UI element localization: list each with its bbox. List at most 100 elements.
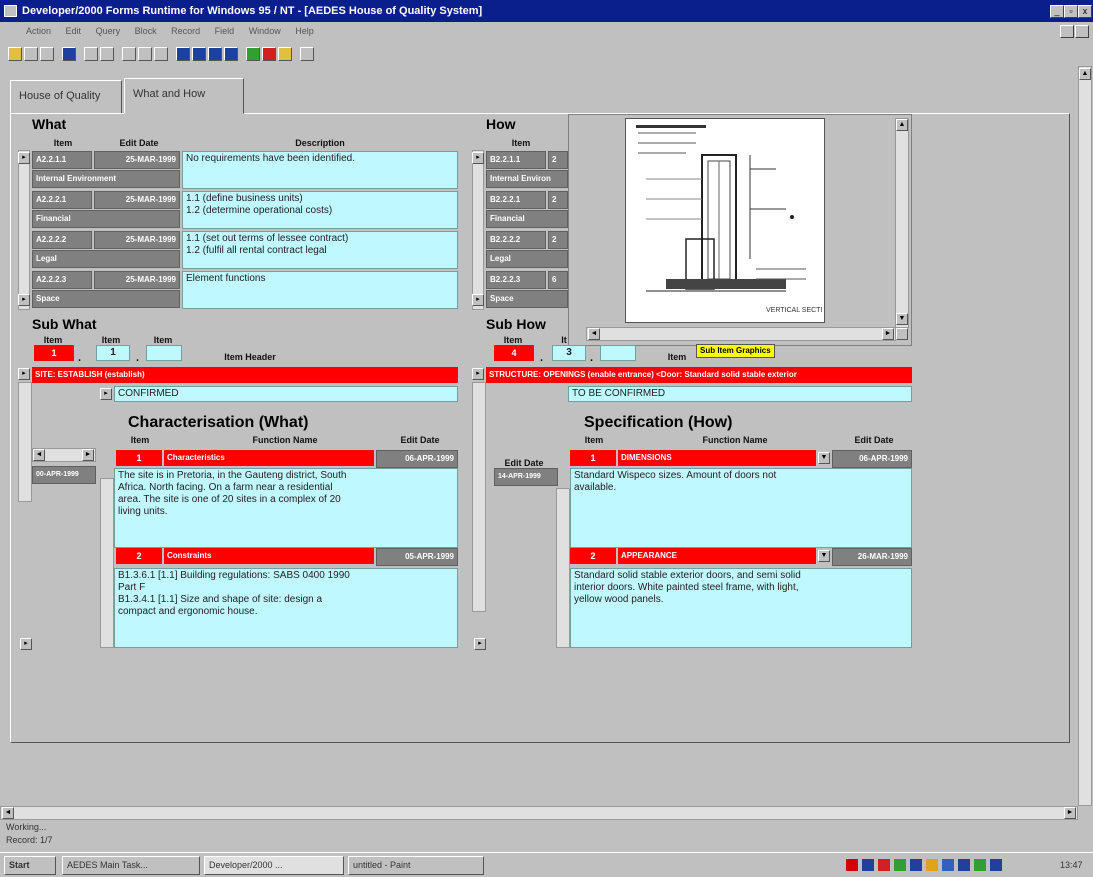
how-record-indicator[interactable]: ▸: [472, 152, 484, 164]
delete-record-icon[interactable]: [262, 47, 276, 61]
insert-record-icon[interactable]: [246, 47, 260, 61]
cancel-query-icon[interactable]: [154, 47, 168, 61]
close-button[interactable]: x: [1078, 5, 1092, 18]
tray-volume-icon[interactable]: [974, 859, 986, 871]
spec-record-indicator[interactable]: ▸: [474, 638, 486, 650]
how-date-cell[interactable]: 2: [548, 231, 568, 249]
tray-monitor-icon[interactable]: [942, 859, 954, 871]
how-item-cell[interactable]: B2.2.1.1: [486, 151, 546, 169]
taskbar-item-developer[interactable]: Developer/2000 ...: [204, 856, 344, 875]
scroll-up-arrow-icon[interactable]: ▲: [1079, 68, 1091, 80]
what-item-cell[interactable]: A2.2.2.1: [32, 191, 92, 209]
spec-function-name-field[interactable]: APPEARANCE: [618, 548, 816, 564]
char-edit-date-field[interactable]: 06-APR-1999: [376, 450, 458, 468]
sub-what-scrollbar[interactable]: [18, 382, 32, 502]
what-record-indicator-bottom[interactable]: ▸: [18, 294, 30, 306]
what-date-cell[interactable]: 25-MAR-1999: [94, 231, 180, 249]
char-edit-date-field[interactable]: 05-APR-1999: [376, 548, 458, 566]
how-item-cell[interactable]: B2.2.2.1: [486, 191, 546, 209]
print-icon[interactable]: [24, 47, 38, 61]
what-date-cell[interactable]: 25-MAR-1999: [94, 271, 180, 289]
what-item-cell[interactable]: A2.2.2.2: [32, 231, 92, 249]
help-icon[interactable]: [300, 47, 314, 61]
sub-what-item1-field[interactable]: 1: [34, 345, 74, 361]
sub-what-record-indicator[interactable]: ▸: [18, 368, 30, 380]
sub-what-item3-field[interactable]: [146, 345, 182, 361]
next-record-icon[interactable]: [208, 47, 222, 61]
paste-icon[interactable]: [100, 47, 114, 61]
specification-scrollbar[interactable]: [556, 488, 570, 648]
tray-globe-icon[interactable]: [990, 859, 1002, 871]
spec-description-field[interactable]: Standard solid stable exterior doors, an…: [570, 568, 912, 648]
exit-icon[interactable]: [40, 47, 54, 61]
lock-record-icon[interactable]: [278, 47, 292, 61]
sub-how-item1-field[interactable]: 4: [494, 345, 534, 361]
menu-help[interactable]: Help: [295, 26, 314, 36]
taskbar-item-paint[interactable]: untitled - Paint: [348, 856, 484, 875]
how-date-cell[interactable]: 2: [548, 151, 568, 169]
how-item-cell[interactable]: B2.2.2.3: [486, 271, 546, 289]
spec-edit-date-field[interactable]: 26-MAR-1999: [832, 548, 912, 566]
sub-what-item2-field[interactable]: 1: [96, 345, 130, 361]
char-description-field[interactable]: B1.3.6.1 [1.1] Building regulations: SAB…: [114, 568, 458, 648]
what-record-indicator[interactable]: ▸: [18, 152, 30, 164]
tray-mail-icon[interactable]: [878, 859, 890, 871]
sub-what-header-field[interactable]: SITE: ESTABLISH (establish): [32, 367, 458, 383]
window-vertical-scrollbar[interactable]: [1078, 66, 1092, 806]
drawing-vertical-scrollbar[interactable]: [895, 118, 909, 328]
what-description-cell[interactable]: No requirements have been identified.: [182, 151, 458, 189]
char-record-indicator[interactable]: ▸: [20, 638, 32, 650]
scroll-right-arrow-icon[interactable]: ►: [82, 449, 94, 461]
what-description-cell[interactable]: 1.1 (define business units) 1.2 (determin…: [182, 191, 458, 229]
tray-search-icon[interactable]: [910, 859, 922, 871]
sub-how-item3-field[interactable]: [600, 345, 636, 361]
enter-query-icon[interactable]: [122, 47, 136, 61]
what-item-cell[interactable]: A2.2.2.3: [32, 271, 92, 289]
what-item-cell[interactable]: A2.2.1.1: [32, 151, 92, 169]
sub-how-status-field[interactable]: TO BE CONFIRMED: [568, 386, 912, 402]
doc-restore-button[interactable]: [1075, 25, 1089, 38]
previous-record-icon[interactable]: [192, 47, 206, 61]
menu-action[interactable]: Action: [26, 26, 51, 36]
tab-house-of-quality[interactable]: House of Quality: [10, 80, 122, 114]
menu-record[interactable]: Record: [171, 26, 200, 36]
scroll-right-arrow-icon[interactable]: ►: [882, 328, 894, 340]
spec-item-field[interactable]: 2: [570, 548, 616, 564]
spec-item-field[interactable]: 1: [570, 450, 616, 466]
char-function-name-field[interactable]: Constraints: [164, 548, 374, 564]
taskbar-item-aedes-main[interactable]: AEDES Main Task...: [62, 856, 200, 875]
menu-window[interactable]: Window: [249, 26, 281, 36]
menu-query[interactable]: Query: [96, 26, 121, 36]
drawing-horizontal-scrollbar[interactable]: [586, 327, 896, 341]
tray-app-icon[interactable]: [894, 859, 906, 871]
spec-function-name-field[interactable]: DIMENSIONS: [618, 450, 816, 466]
what-scrollbar[interactable]: [18, 150, 30, 310]
start-button[interactable]: Start: [4, 856, 56, 875]
tab-what-and-how[interactable]: What and How: [124, 78, 244, 114]
sub-how-record-indicator[interactable]: ▸: [472, 368, 484, 380]
menu-field[interactable]: Field: [215, 26, 235, 36]
how-date-cell[interactable]: 2: [548, 191, 568, 209]
tray-network-icon[interactable]: [862, 859, 874, 871]
what-description-cell[interactable]: 1.1 (set out terms of lessee contract) 1.…: [182, 231, 458, 269]
dropdown-arrow-icon[interactable]: ▼: [818, 452, 830, 464]
sub-what-status-field[interactable]: CONFIRMED: [114, 386, 458, 402]
spec-description-field[interactable]: Standard Wispeco sizes. Amount of doors …: [570, 468, 912, 548]
scroll-up-arrow-icon[interactable]: ▲: [896, 119, 908, 131]
scroll-right-arrow-icon[interactable]: ►: [1064, 807, 1076, 819]
maximize-button[interactable]: ▫: [1064, 5, 1078, 18]
what-date-cell[interactable]: 25-MAR-1999: [94, 191, 180, 209]
sub-how-header-field[interactable]: STRUCTURE: OPENINGS (enable entrance) <D…: [486, 367, 912, 383]
netscape-icon[interactable]: [846, 859, 858, 871]
how-date-cell[interactable]: 6: [548, 271, 568, 289]
first-record-icon[interactable]: [176, 47, 190, 61]
scroll-left-arrow-icon[interactable]: ◄: [33, 449, 45, 461]
characterisation-scrollbar[interactable]: [100, 478, 114, 648]
char-description-field[interactable]: The site is in Pretoria, in the Gauteng …: [114, 468, 458, 548]
spec-edit-date-field[interactable]: 06-APR-1999: [832, 450, 912, 468]
doc-minimize-button[interactable]: [1060, 25, 1074, 38]
cut-icon[interactable]: [62, 47, 76, 61]
copy-icon[interactable]: [84, 47, 98, 61]
char-item-field[interactable]: 2: [116, 548, 162, 564]
window-horizontal-scrollbar[interactable]: [0, 806, 1078, 820]
